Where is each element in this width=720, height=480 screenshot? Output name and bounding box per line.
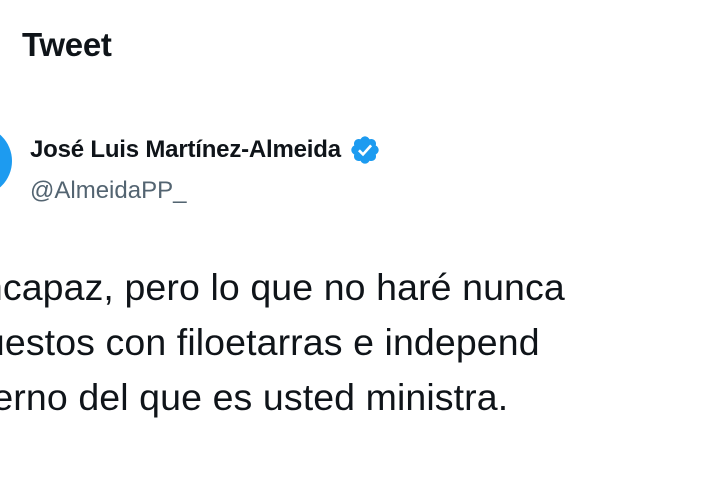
tweet-page: Tweet José Luis Martínez-Almeida @Almeid… (0, 0, 720, 480)
tweet-text: e incapaz, pero lo que no haré nunca upu… (0, 260, 565, 425)
page-title: Tweet (22, 26, 112, 63)
verified-badge-icon (349, 134, 381, 166)
avatar[interactable] (0, 126, 12, 196)
tweet-text-line: e incapaz, pero lo que no haré nunca (0, 266, 565, 308)
author-handle[interactable]: @AlmeidaPP_ (30, 177, 186, 205)
author-name-row: José Luis Martínez-Almeida (30, 134, 381, 166)
tweet-text-line: upuestos con filoetarras e independ (0, 321, 540, 363)
tweet-text-line: obierno del que es usted ministra. (0, 376, 509, 418)
author-name[interactable]: José Luis Martínez-Almeida (30, 136, 341, 164)
